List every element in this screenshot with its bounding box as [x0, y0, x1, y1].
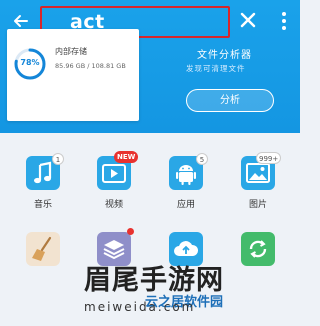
category-video-label: 视频 — [104, 200, 123, 210]
watermark-url: meiweida.com — [84, 300, 196, 314]
music-count-badge: 1 — [52, 153, 64, 165]
analyzer-description: 发现可清理文件 — [186, 64, 246, 73]
tool-cleaner[interactable] — [26, 232, 60, 266]
category-apps-label: 应用 — [176, 200, 195, 210]
storage-percent: 78% — [20, 58, 40, 67]
more-dot-icon — [282, 26, 286, 30]
analyze-button[interactable]: 分析 — [186, 89, 274, 112]
category-music-label: 音乐 — [33, 200, 52, 210]
header: act 78% 内部存储 85.96 GB / 108.81 GB 文件分析器 … — [0, 0, 300, 133]
storage-card[interactable]: 78% 内部存储 85.96 GB / 108.81 GB — [7, 29, 139, 121]
back-arrow-icon — [14, 15, 28, 27]
category-grid: 1 音乐 NEW 视频 5 应用 999+ 图片 — [0, 150, 300, 220]
category-images-label: 图片 — [248, 200, 267, 210]
analyzer-title: 文件分析器 — [197, 50, 252, 61]
storage-usage: 85.96 GB / 108.81 GB — [55, 62, 126, 70]
tool-storage-notification-dot — [127, 228, 134, 235]
more-menu-button[interactable] — [276, 8, 292, 34]
close-icon — [240, 12, 256, 28]
storage-title: 内部存储 — [55, 47, 87, 56]
more-dot-icon — [282, 19, 286, 23]
video-new-badge: NEW — [114, 151, 139, 163]
sync-icon — [249, 240, 267, 258]
clear-search-button[interactable] — [237, 9, 259, 31]
broom-icon — [32, 236, 52, 261]
apps-count-badge: 5 — [196, 153, 208, 165]
images-count-badge: 999+ — [256, 152, 282, 164]
more-dot-icon — [282, 12, 286, 16]
tool-sync[interactable] — [241, 232, 275, 266]
